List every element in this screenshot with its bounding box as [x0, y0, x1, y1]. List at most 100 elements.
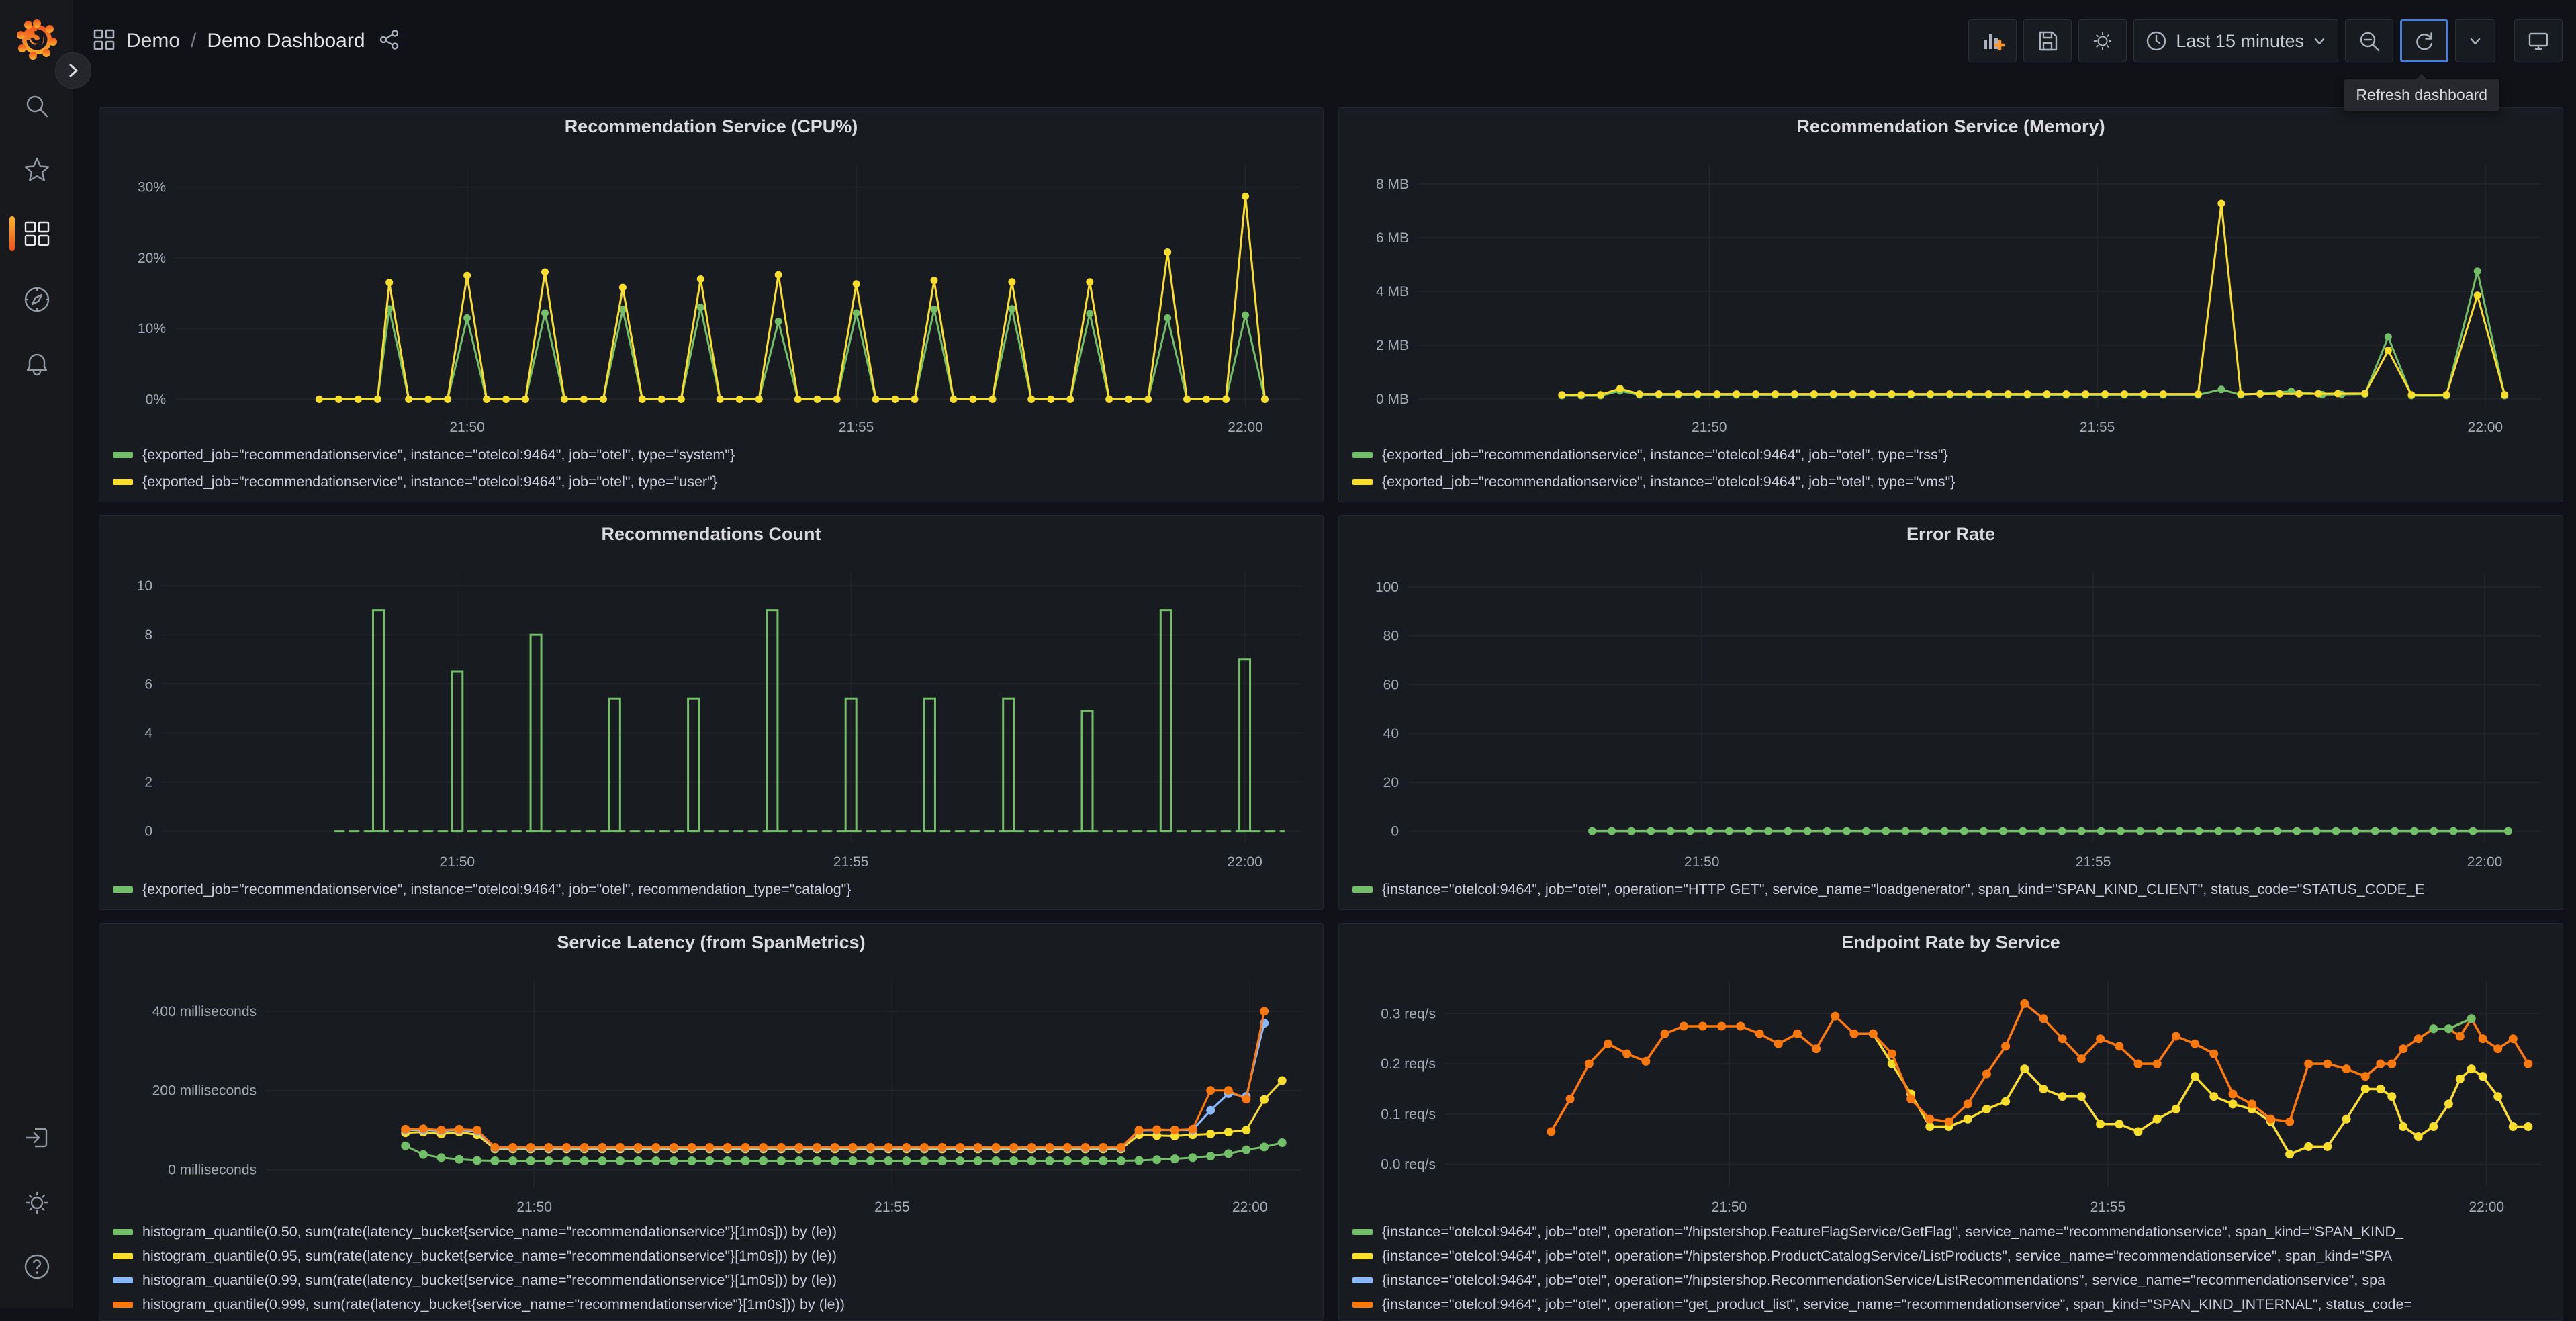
sidebar: [0, 0, 74, 1308]
add-panel-button[interactable]: [1968, 19, 2017, 62]
dashboard-grid: Recommendation Service (CPU%) 21:50 21:55…: [74, 82, 2576, 1308]
svg-text:20%: 20%: [138, 250, 166, 266]
svg-text:21:55: 21:55: [2080, 420, 2115, 435]
legend-swatch: [1352, 1277, 1373, 1283]
toolbar: Last 15 minutes: [1968, 19, 2563, 62]
zoom-out-button[interactable]: [2345, 19, 2393, 62]
legend-label: {instance="otelcol:9464", job="otel", op…: [1382, 1248, 2392, 1265]
svg-text:8: 8: [144, 627, 152, 643]
legend-swatch: [1352, 1253, 1373, 1259]
svg-text:40: 40: [1383, 726, 1399, 741]
legend-label: {exported_job="recommendationservice", i…: [142, 473, 717, 490]
svg-text:0.1 req/s: 0.1 req/s: [1381, 1107, 1436, 1122]
endpoint-rate-chart[interactable]: 21:5021:5522:000.0 req/s0.1 req/s0.2 req…: [1344, 962, 2559, 1218]
service-latency-chart[interactable]: 21:5021:5522:000 milliseconds200 millise…: [105, 962, 1319, 1218]
legend-label: histogram_quantile(0.95, sum(rate(latenc…: [142, 1248, 837, 1265]
svg-text:22:00: 22:00: [1232, 1199, 1268, 1215]
help-icon[interactable]: [21, 1251, 52, 1282]
expand-sidebar-button[interactable]: [55, 52, 91, 89]
svg-text:0 MB: 0 MB: [1376, 392, 1409, 407]
sign-in-icon[interactable]: [21, 1122, 52, 1153]
legend-item[interactable]: {exported_job="recommendationservice", i…: [113, 876, 1316, 903]
legend-item[interactable]: histogram_quantile(0.50, sum(rate(latenc…: [113, 1220, 1316, 1244]
error-rate-chart[interactable]: 21:5021:5522:00020406080100: [1344, 553, 2559, 873]
panel-title[interactable]: Endpoint Rate by Service: [1339, 932, 2563, 953]
legend-item[interactable]: histogram_quantile(0.99, sum(rate(latenc…: [113, 1268, 1316, 1292]
svg-text:0: 0: [144, 824, 152, 839]
svg-text:0.2 req/s: 0.2 req/s: [1381, 1056, 1436, 1072]
svg-text:0.0 req/s: 0.0 req/s: [1381, 1157, 1436, 1173]
panel-legend: {instance="otelcol:9464", job="otel", op…: [1352, 876, 2556, 903]
legend-item[interactable]: {instance="otelcol:9464", job="otel", op…: [1352, 1268, 2556, 1292]
legend-item[interactable]: {exported_job="recommendationservice", i…: [1352, 441, 2556, 468]
breadcrumb-separator: /: [191, 30, 196, 52]
cpu-chart[interactable]: 21:5021:5522:000%10%20%30%: [105, 146, 1319, 439]
share-dashboard-icon[interactable]: [379, 29, 400, 54]
svg-text:0 milliseconds: 0 milliseconds: [168, 1162, 257, 1177]
legend-item[interactable]: histogram_quantile(0.95, sum(rate(latenc…: [113, 1244, 1316, 1268]
panel-service-latency: Service Latency (from SpanMetrics) 21:50…: [99, 923, 1324, 1321]
recommendations-count-chart[interactable]: 21:5021:5522:000246810: [105, 553, 1319, 873]
svg-text:0.3 req/s: 0.3 req/s: [1381, 1006, 1436, 1021]
panel-title[interactable]: Error Rate: [1339, 524, 2563, 545]
time-range-picker[interactable]: Last 15 minutes: [2133, 19, 2338, 62]
svg-text:21:50: 21:50: [516, 1199, 552, 1215]
legend-swatch: [113, 452, 133, 458]
panel-error-rate: Error Rate 21:5021:5522:00020406080100 {…: [1338, 515, 2563, 910]
breadcrumb-root-link[interactable]: Demo: [126, 30, 180, 52]
legend-label: {exported_job="recommendationservice", i…: [1382, 473, 1955, 490]
alerting-bell-icon[interactable]: [21, 349, 52, 380]
legend-item[interactable]: {exported_job="recommendationservice", i…: [113, 441, 1316, 468]
admin-gear-icon[interactable]: [21, 1187, 52, 1218]
svg-text:21:50: 21:50: [1712, 1199, 1747, 1215]
svg-text:2: 2: [144, 774, 152, 790]
svg-text:100: 100: [1375, 580, 1399, 595]
refresh-tooltip: Refresh dashboard: [2344, 79, 2499, 111]
legend-swatch: [1352, 1302, 1373, 1308]
tv-monitor-icon: [2527, 30, 2550, 52]
panel-title[interactable]: Service Latency (from SpanMetrics): [99, 932, 1323, 953]
legend-item[interactable]: {exported_job="recommendationservice", i…: [113, 468, 1316, 495]
svg-text:20: 20: [1383, 775, 1399, 790]
legend-label: {exported_job="recommendationservice", i…: [142, 447, 735, 463]
legend-label: {instance="otelcol:9464", job="otel", op…: [1382, 1224, 2403, 1240]
dashboard-settings-button[interactable]: [2078, 19, 2127, 62]
cycle-view-mode-button[interactable]: [2514, 19, 2563, 62]
grafana-logo[interactable]: [15, 17, 59, 62]
refresh-interval-dropdown[interactable]: [2455, 19, 2495, 62]
panel-legend: {instance="otelcol:9464", job="otel", op…: [1352, 1220, 2556, 1316]
explore-compass-icon[interactable]: [21, 284, 52, 315]
panel-endpoint-rate: Endpoint Rate by Service 21:5021:5522:00…: [1338, 923, 2563, 1321]
legend-item[interactable]: {instance="otelcol:9464", job="otel", op…: [1352, 876, 2556, 903]
svg-text:0%: 0%: [146, 392, 166, 407]
save-dashboard-button[interactable]: [2023, 19, 2072, 62]
search-icon[interactable]: [21, 91, 52, 122]
legend-label: {exported_job="recommendationservice", i…: [1382, 447, 1948, 463]
svg-text:2 MB: 2 MB: [1376, 338, 1409, 353]
legend-swatch: [113, 886, 133, 893]
panel-recommendation-memory: Recommendation Service (Memory) 21:5021:…: [1338, 107, 2563, 502]
dashboards-breadcrumb-icon[interactable]: [93, 28, 116, 54]
legend-item[interactable]: {exported_job="recommendationservice", i…: [1352, 468, 2556, 495]
refresh-dashboard-button[interactable]: [2400, 19, 2448, 62]
legend-label: histogram_quantile(0.999, sum(rate(laten…: [142, 1296, 845, 1313]
memory-chart[interactable]: 21:5021:5522:000 MB2 MB4 MB6 MB8 MB: [1344, 146, 2559, 439]
starred-icon[interactable]: [21, 154, 52, 185]
panel-title[interactable]: Recommendations Count: [99, 524, 1323, 545]
panel-title[interactable]: Recommendation Service (Memory): [1339, 116, 2563, 137]
svg-text:6: 6: [144, 676, 152, 692]
legend-item[interactable]: histogram_quantile(0.999, sum(rate(laten…: [113, 1292, 1316, 1316]
time-range-label: Last 15 minutes: [2176, 31, 2304, 52]
panel-title[interactable]: Recommendation Service (CPU%): [99, 116, 1323, 137]
dashboards-grid-icon[interactable]: [21, 218, 52, 249]
legend-item[interactable]: {instance="otelcol:9464", job="otel", op…: [1352, 1220, 2556, 1244]
legend-swatch: [113, 479, 133, 485]
legend-label: {instance="otelcol:9464", job="otel", op…: [1382, 1272, 2385, 1289]
legend-label: histogram_quantile(0.50, sum(rate(latenc…: [142, 1224, 837, 1240]
refresh-icon: [2413, 30, 2436, 52]
legend-item[interactable]: {instance="otelcol:9464", job="otel", op…: [1352, 1292, 2556, 1316]
svg-text:400 milliseconds: 400 milliseconds: [152, 1004, 257, 1019]
legend-item[interactable]: {instance="otelcol:9464", job="otel", op…: [1352, 1244, 2556, 1268]
svg-text:21:50: 21:50: [1684, 854, 1720, 870]
legend-swatch: [113, 1253, 133, 1259]
